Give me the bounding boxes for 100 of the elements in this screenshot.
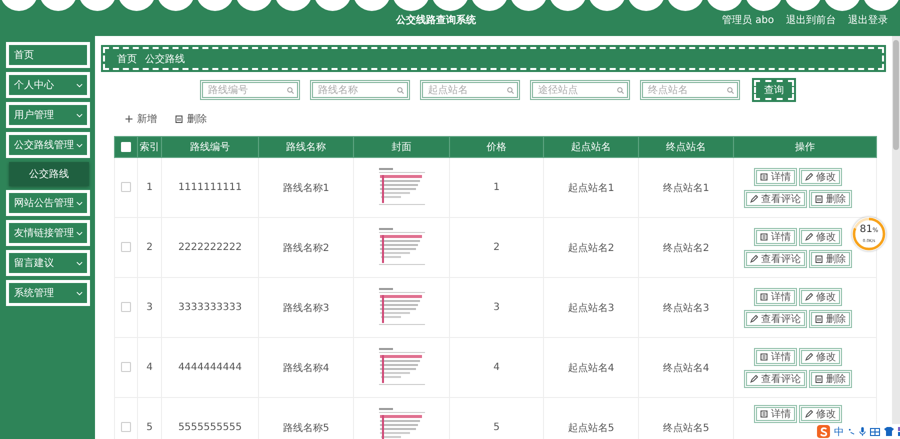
delete-button[interactable]: 删除 [809, 190, 852, 208]
chevron-down-icon [76, 200, 83, 206]
pencil-icon [750, 254, 758, 262]
pencil-icon [750, 374, 758, 382]
chevron-down-icon [76, 142, 83, 148]
plus-icon [125, 115, 133, 123]
search-field[interactable]: 终点站名 [640, 80, 740, 100]
sidebar-item[interactable]: 系统管理 [6, 280, 90, 306]
table-cell: 1111111111 [178, 182, 242, 193]
sidebar-item[interactable]: 公交路线管理 [6, 132, 90, 158]
chevron-down-icon [76, 82, 83, 88]
document-icon [760, 172, 768, 180]
table-cell: 起点站名1 [568, 182, 614, 194]
logout-link[interactable]: 退出到前台 [786, 13, 836, 27]
pencil-icon [750, 314, 758, 322]
detail-button[interactable]: 详情 [754, 168, 797, 186]
document-icon [760, 232, 768, 240]
detail-button[interactable]: 详情 [754, 288, 797, 306]
view-comments-button[interactable]: 查看评论 [744, 310, 807, 328]
scrollbar-thumb[interactable] [893, 40, 899, 150]
table-cell: 4 [146, 362, 153, 373]
select-all-checkbox[interactable] [121, 142, 131, 152]
pencil-icon [805, 292, 813, 300]
edit-button[interactable]: 修改 [799, 228, 842, 246]
row-checkbox[interactable] [121, 422, 131, 432]
search-icon [507, 87, 514, 94]
search-field[interactable]: 起点站名 [420, 80, 520, 100]
ime-mode-toggle[interactable]: 中 [834, 424, 844, 438]
table-cell: 2 [493, 242, 500, 253]
row-checkbox[interactable] [121, 302, 131, 312]
document-icon [760, 352, 768, 360]
breadcrumb-link[interactable]: 公交路线 [145, 52, 185, 66]
sidebar-item[interactable]: 网站公告管理 [6, 190, 90, 216]
keyboard-icon[interactable] [870, 428, 880, 436]
edit-button[interactable]: 修改 [799, 348, 842, 366]
delete-button[interactable]: 删除 [809, 370, 852, 388]
microphone-icon[interactable] [859, 427, 866, 436]
detail-button[interactable]: 详情 [754, 348, 797, 366]
breadcrumb-link[interactable]: 首页 [117, 52, 137, 66]
edit-button[interactable]: 修改 [799, 168, 842, 186]
sidebar-item[interactable]: 留言建议 [6, 250, 90, 276]
table-cell: 终点站名4 [662, 362, 710, 374]
shirt-icon[interactable] [884, 427, 894, 436]
row-checkbox[interactable] [121, 182, 131, 192]
view-comments-button[interactable]: 查看评论 [744, 370, 807, 388]
pencil-icon [750, 194, 758, 202]
table-cell: 起点站名5 [568, 422, 614, 434]
column-header: 操作 [795, 142, 815, 153]
row-checkbox[interactable] [121, 242, 131, 252]
column-header: 终点站名 [666, 142, 706, 153]
table-cell: 终点站名2 [662, 242, 710, 254]
column-header: 索引 [140, 142, 160, 153]
document-icon [760, 292, 768, 300]
document-icon [760, 410, 768, 418]
chevron-down-icon [76, 230, 83, 236]
table-cell: 起点站名3 [568, 302, 614, 314]
table-cell: 路线名称2 [282, 242, 330, 254]
delete-button[interactable]: 删除 [809, 310, 852, 328]
pencil-icon [805, 352, 813, 360]
chevron-down-icon [76, 260, 83, 266]
search-field[interactable]: 途径站点 [530, 80, 630, 100]
table-cell: 路线名称1 [282, 182, 330, 194]
table-cell: 2 [146, 242, 153, 253]
table-cell: 4444444444 [178, 362, 242, 373]
ime-logo-icon[interactable] [817, 425, 830, 438]
table-cell: 5 [493, 422, 500, 433]
table-cell: 路线名称4 [282, 362, 330, 374]
view-comments-button[interactable]: 查看评论 [744, 250, 807, 268]
sidebar-item[interactable]: 个人中心 [6, 72, 90, 98]
detail-button[interactable]: 详情 [754, 405, 797, 423]
punctuation-icon[interactable] [848, 428, 855, 435]
column-header: 封面 [392, 142, 412, 153]
table-cell: 4 [493, 362, 500, 373]
add-button[interactable]: 新增 [125, 113, 157, 125]
table-cell: 终点站名3 [662, 302, 710, 314]
detail-button[interactable]: 详情 [754, 228, 797, 246]
app-title: 公交线路查询系统 [394, 13, 478, 27]
delete-button[interactable]: 删除 [809, 250, 852, 268]
search-icon [617, 87, 624, 94]
trash-icon [815, 194, 823, 202]
view-comments-button[interactable]: 查看评论 [744, 190, 807, 208]
table-cell: 3333333333 [178, 302, 242, 313]
admin-user-label: 管理员 abo [722, 14, 774, 27]
search-field[interactable]: 路线名称 [310, 80, 410, 100]
logout-link[interactable]: 退出登录 [848, 13, 888, 27]
sidebar-subitem[interactable]: 公交路线 [9, 162, 89, 186]
table-cell: 起点站名4 [568, 362, 614, 374]
edit-button[interactable]: 修改 [799, 288, 842, 306]
search-button[interactable]: 查询 [754, 80, 794, 100]
edit-button[interactable]: 修改 [799, 405, 842, 423]
row-checkbox[interactable] [121, 362, 131, 372]
column-header: 起点站名 [571, 142, 611, 153]
delete-button[interactable]: 删除 [175, 113, 207, 125]
sidebar-item[interactable]: 友情链接管理 [6, 220, 90, 246]
pencil-icon [805, 232, 813, 240]
search-icon [287, 87, 294, 94]
column-header: 路线编号 [190, 142, 230, 153]
sidebar-item[interactable]: 首页 [6, 42, 90, 68]
sidebar-item[interactable]: 用户管理 [6, 102, 90, 128]
search-field[interactable]: 路线编号 [200, 80, 300, 100]
